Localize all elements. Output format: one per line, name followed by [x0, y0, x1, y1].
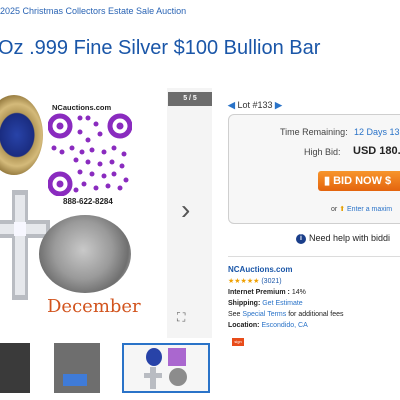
time-remaining-value: 12 Days 13 — [354, 127, 400, 137]
terms-prefix: See — [228, 311, 241, 318]
internet-premium-row: Internet Premium : 14% — [228, 289, 306, 296]
get-estimate-link[interactable]: Get Estimate — [262, 300, 302, 307]
high-bid-value: USD 180. — [353, 145, 400, 157]
qr-code-image — [48, 112, 132, 196]
location-row: Location: Escondido, CA — [228, 322, 308, 329]
expand-icon[interactable]: ⛶ — [177, 310, 185, 325]
shipping-label: Shipping: — [228, 300, 261, 307]
image-month-text: December — [47, 296, 141, 317]
coin-image — [39, 215, 131, 293]
image-brand-text: NCauctions.com — [52, 103, 112, 112]
lot-navigation: ◀ Lot #133 ▶ — [228, 100, 282, 111]
location-label: Location: — [228, 322, 260, 329]
breadcrumb[interactable]: 2025 Christmas Collectors Estate Sale Au… — [0, 6, 186, 16]
bidding-help-text: Need help with biddi — [309, 233, 391, 243]
prev-lot-arrow-icon[interactable]: ◀ — [228, 100, 235, 110]
max-bid-row: or ⬆ Enter a maxim — [331, 205, 392, 213]
special-terms-link[interactable]: Special Terms — [242, 311, 286, 318]
shipping-row: Shipping: Get Estimate — [228, 300, 303, 307]
location-value[interactable]: Escondido, CA — [261, 322, 307, 329]
info-icon: i — [296, 233, 306, 244]
bid-button-label: BID NOW $ — [333, 175, 392, 187]
time-remaining-label: Time Remaining: — [280, 127, 348, 137]
special-terms-row: See Special Terms for additional fees — [228, 311, 343, 318]
rating-count-link[interactable]: (3021) — [261, 278, 281, 285]
divider — [228, 256, 400, 257]
rating-stars: ★★★★★ — [228, 278, 260, 285]
bidding-help-link[interactable]: i Need help with biddi — [296, 233, 390, 244]
image-phone-text: 888-622-8284 — [63, 197, 113, 206]
bid-button-icon: ▮ — [324, 175, 334, 187]
premium-value: 14% — [291, 289, 306, 296]
page-title: Oz .999 Fine Silver $100 Bullion Bar — [0, 37, 321, 59]
next-image-chevron-icon[interactable]: › — [181, 196, 190, 224]
sign-badge: sign — [232, 338, 244, 346]
lot-number: Lot #133 — [237, 100, 273, 110]
auction-house-link[interactable]: NCAuctions.com — [228, 265, 292, 274]
arrow-up-icon: ⬆ — [339, 206, 346, 213]
or-text: or — [331, 206, 338, 213]
image-counter: 5 / 5 — [168, 92, 212, 106]
thumbnail-2-display — [63, 374, 87, 386]
premium-label: Internet Premium : — [228, 289, 290, 296]
thumbnail-3-preview — [144, 348, 187, 389]
thumbnail-3-selected[interactable] — [122, 343, 210, 393]
high-bid-label: High Bid: — [304, 147, 341, 157]
thumbnail-1[interactable] — [0, 343, 30, 393]
next-lot-arrow-icon[interactable]: ▶ — [275, 100, 282, 110]
enter-max-bid-link[interactable]: Enter a maxim — [347, 206, 392, 213]
bid-now-button[interactable]: ▮ BID NOW $ — [318, 171, 400, 191]
seller-rating: ★★★★★ (3021) — [228, 277, 282, 285]
terms-suffix: for additional fees — [288, 311, 344, 318]
